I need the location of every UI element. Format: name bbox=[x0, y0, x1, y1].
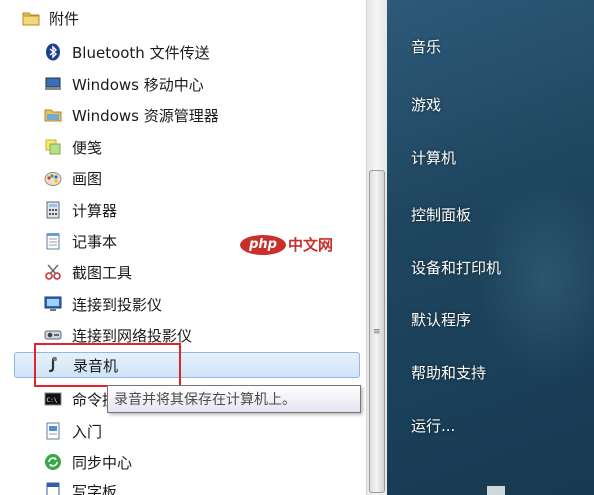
prog-label: Windows 资源管理器 bbox=[72, 106, 219, 125]
bluetooth-icon bbox=[44, 43, 62, 61]
scissors-icon bbox=[44, 263, 62, 281]
svg-text:C:\: C:\ bbox=[47, 397, 58, 404]
laptop-icon bbox=[44, 75, 62, 93]
prog-label: 截图工具 bbox=[72, 263, 133, 282]
calculator-icon bbox=[44, 201, 62, 219]
prog-sticky-notes[interactable]: 便笺 bbox=[44, 134, 362, 160]
prog-label: 连接到网络投影仪 bbox=[72, 326, 193, 345]
scrollbar-thumb[interactable]: ≡ bbox=[369, 170, 385, 493]
wordpad-icon bbox=[44, 482, 62, 495]
prog-sound-recorder[interactable]: 录音机 bbox=[14, 352, 360, 378]
projector-icon bbox=[44, 295, 62, 313]
watermark-site: 中文网 bbox=[288, 236, 334, 254]
prog-wordpad[interactable]: 写字板 bbox=[44, 478, 362, 495]
prog-projector[interactable]: 连接到投影仪 bbox=[44, 291, 362, 317]
folder-icon bbox=[22, 10, 40, 26]
prog-label: 便笺 bbox=[72, 138, 103, 157]
prog-explorer[interactable]: Windows 资源管理器 bbox=[44, 102, 362, 128]
sticky-note-icon bbox=[44, 138, 62, 156]
grip-icon: ≡ bbox=[373, 327, 381, 337]
prog-label: 入门 bbox=[72, 422, 103, 441]
prog-label: 计算器 bbox=[72, 201, 118, 220]
watermark-logo: php bbox=[240, 234, 286, 255]
link-help-support[interactable]: 帮助和支持 bbox=[411, 362, 486, 383]
prog-snipping[interactable]: 截图工具 bbox=[44, 259, 362, 285]
prog-label: 同步中心 bbox=[72, 453, 133, 472]
link-control-panel[interactable]: 控制面板 bbox=[411, 204, 471, 225]
link-music[interactable]: 音乐 bbox=[411, 36, 441, 57]
prog-label: 连接到投影仪 bbox=[72, 295, 163, 314]
prog-network-projector[interactable]: 连接到网络投影仪 bbox=[44, 322, 362, 348]
prog-label: 记事本 bbox=[72, 232, 118, 251]
prog-paint[interactable]: 画图 bbox=[44, 165, 362, 191]
accessories-folder[interactable]: 附件 bbox=[22, 5, 79, 31]
notepad-icon bbox=[44, 232, 62, 250]
tooltip: 录音并将其保存在计算机上。 bbox=[107, 385, 361, 413]
prog-label: 写字板 bbox=[72, 482, 118, 495]
link-devices-printers[interactable]: 设备和打印机 bbox=[411, 257, 501, 278]
getting-started-icon bbox=[44, 422, 62, 440]
prog-label: Bluetooth 文件传送 bbox=[72, 43, 210, 62]
link-games[interactable]: 游戏 bbox=[411, 94, 441, 115]
prog-mobility-center[interactable]: Windows 移动中心 bbox=[44, 71, 362, 97]
folder-explorer-icon bbox=[44, 106, 62, 124]
sync-icon bbox=[44, 453, 62, 471]
link-default-programs[interactable]: 默认程序 bbox=[411, 309, 471, 330]
prog-bluetooth[interactable]: Bluetooth 文件传送 bbox=[44, 39, 362, 65]
prog-label: 录音机 bbox=[73, 356, 119, 375]
microphone-icon bbox=[45, 356, 63, 374]
cmd-icon: C:\ bbox=[44, 390, 62, 408]
prog-label: Windows 移动中心 bbox=[72, 75, 204, 94]
prog-calculator[interactable]: 计算器 bbox=[44, 197, 362, 223]
tooltip-text: 录音并将其保存在计算机上。 bbox=[114, 392, 296, 408]
start-menu-right-pane: 音乐 游戏 计算机 控制面板 设备和打印机 默认程序 帮助和支持 运行... bbox=[387, 0, 594, 495]
prog-sync-center[interactable]: 同步中心 bbox=[44, 449, 362, 475]
paint-palette-icon bbox=[44, 169, 62, 187]
link-computer[interactable]: 计算机 bbox=[411, 147, 456, 168]
programs-list: 附件 Bluetooth 文件传送 Windows 移动中心 Windows 资… bbox=[0, 0, 366, 495]
watermark: php 中文网 bbox=[240, 234, 333, 255]
network-projector-icon bbox=[44, 326, 62, 344]
pane-glare bbox=[477, 180, 594, 380]
prog-label: 画图 bbox=[72, 169, 103, 188]
folder-label: 附件 bbox=[49, 9, 80, 28]
prog-getting-started[interactable]: 入门 bbox=[44, 418, 362, 444]
link-run[interactable]: 运行... bbox=[411, 415, 455, 436]
shutdown-button-fragment bbox=[487, 486, 505, 495]
programs-scrollbar[interactable]: ≡ bbox=[366, 0, 387, 495]
